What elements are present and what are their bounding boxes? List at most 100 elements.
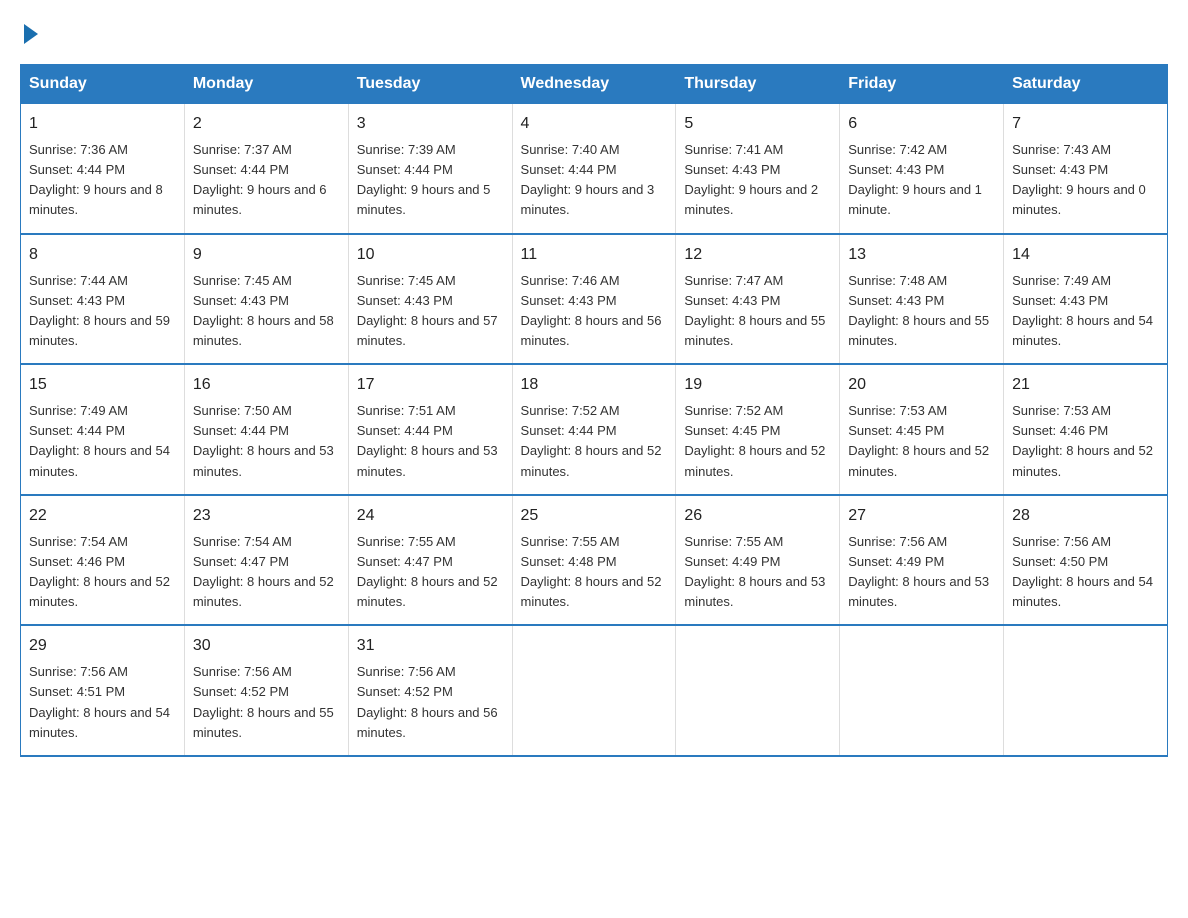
day-info: Sunrise: 7:56 AMSunset: 4:52 PMDaylight:… — [357, 664, 498, 739]
calendar-cell: 29 Sunrise: 7:56 AMSunset: 4:51 PMDayligh… — [21, 625, 185, 756]
page-header — [20, 20, 1168, 44]
day-number: 8 — [29, 243, 176, 267]
day-number: 29 — [29, 634, 176, 658]
calendar-cell: 20 Sunrise: 7:53 AMSunset: 4:45 PMDayligh… — [840, 364, 1004, 495]
day-number: 14 — [1012, 243, 1159, 267]
day-info: Sunrise: 7:37 AMSunset: 4:44 PMDaylight:… — [193, 142, 327, 217]
day-info: Sunrise: 7:45 AMSunset: 4:43 PMDaylight:… — [193, 273, 334, 348]
column-header-tuesday: Tuesday — [348, 65, 512, 104]
calendar-cell: 23 Sunrise: 7:54 AMSunset: 4:47 PMDayligh… — [184, 495, 348, 626]
day-number: 25 — [521, 504, 668, 528]
calendar-cell: 25 Sunrise: 7:55 AMSunset: 4:48 PMDayligh… — [512, 495, 676, 626]
calendar-cell: 6 Sunrise: 7:42 AMSunset: 4:43 PMDaylight… — [840, 104, 1004, 234]
day-info: Sunrise: 7:56 AMSunset: 4:52 PMDaylight:… — [193, 664, 334, 739]
calendar-cell: 3 Sunrise: 7:39 AMSunset: 4:44 PMDaylight… — [348, 104, 512, 234]
calendar-cell: 30 Sunrise: 7:56 AMSunset: 4:52 PMDayligh… — [184, 625, 348, 756]
calendar-cell — [1004, 625, 1168, 756]
day-info: Sunrise: 7:53 AMSunset: 4:45 PMDaylight:… — [848, 403, 989, 478]
calendar-cell: 31Sunrise: 7:56 AMSunset: 4:52 PMDayligh… — [348, 625, 512, 756]
day-number: 17 — [357, 373, 504, 397]
calendar-cell: 27 Sunrise: 7:56 AMSunset: 4:49 PMDayligh… — [840, 495, 1004, 626]
day-number: 6 — [848, 112, 995, 136]
day-info: Sunrise: 7:50 AMSunset: 4:44 PMDaylight:… — [193, 403, 334, 478]
calendar-cell: 5 Sunrise: 7:41 AMSunset: 4:43 PMDaylight… — [676, 104, 840, 234]
day-info: Sunrise: 7:43 AMSunset: 4:43 PMDaylight:… — [1012, 142, 1146, 217]
calendar-week-row: 22 Sunrise: 7:54 AMSunset: 4:46 PMDayligh… — [21, 495, 1168, 626]
calendar-week-row: 29 Sunrise: 7:56 AMSunset: 4:51 PMDayligh… — [21, 625, 1168, 756]
column-header-friday: Friday — [840, 65, 1004, 104]
calendar-cell: 22 Sunrise: 7:54 AMSunset: 4:46 PMDayligh… — [21, 495, 185, 626]
day-number: 13 — [848, 243, 995, 267]
calendar-week-row: 8 Sunrise: 7:44 AMSunset: 4:43 PMDaylight… — [21, 234, 1168, 365]
day-number: 1 — [29, 112, 176, 136]
day-number: 24 — [357, 504, 504, 528]
calendar-cell: 8 Sunrise: 7:44 AMSunset: 4:43 PMDaylight… — [21, 234, 185, 365]
column-header-monday: Monday — [184, 65, 348, 104]
day-number: 7 — [1012, 112, 1159, 136]
day-info: Sunrise: 7:56 AMSunset: 4:51 PMDaylight:… — [29, 664, 170, 739]
day-info: Sunrise: 7:54 AMSunset: 4:47 PMDaylight:… — [193, 534, 334, 609]
calendar-cell: 16 Sunrise: 7:50 AMSunset: 4:44 PMDayligh… — [184, 364, 348, 495]
calendar-cell: 18Sunrise: 7:52 AMSunset: 4:44 PMDayligh… — [512, 364, 676, 495]
calendar-cell — [512, 625, 676, 756]
day-number: 23 — [193, 504, 340, 528]
column-header-saturday: Saturday — [1004, 65, 1168, 104]
day-info: Sunrise: 7:39 AMSunset: 4:44 PMDaylight:… — [357, 142, 491, 217]
calendar-cell: 15 Sunrise: 7:49 AMSunset: 4:44 PMDayligh… — [21, 364, 185, 495]
day-info: Sunrise: 7:48 AMSunset: 4:43 PMDaylight:… — [848, 273, 989, 348]
day-info: Sunrise: 7:55 AMSunset: 4:48 PMDaylight:… — [521, 534, 662, 609]
day-info: Sunrise: 7:41 AMSunset: 4:43 PMDaylight:… — [684, 142, 818, 217]
day-number: 15 — [29, 373, 176, 397]
calendar-table: SundayMondayTuesdayWednesdayThursdayFrid… — [20, 64, 1168, 757]
calendar-cell: 19 Sunrise: 7:52 AMSunset: 4:45 PMDayligh… — [676, 364, 840, 495]
day-number: 16 — [193, 373, 340, 397]
calendar-week-row: 1Sunrise: 7:36 AMSunset: 4:44 PMDaylight… — [21, 104, 1168, 234]
calendar-cell: 7 Sunrise: 7:43 AMSunset: 4:43 PMDaylight… — [1004, 104, 1168, 234]
calendar-cell: 2 Sunrise: 7:37 AMSunset: 4:44 PMDaylight… — [184, 104, 348, 234]
calendar-cell: 9Sunrise: 7:45 AMSunset: 4:43 PMDaylight… — [184, 234, 348, 365]
day-info: Sunrise: 7:47 AMSunset: 4:43 PMDaylight:… — [684, 273, 825, 348]
day-info: Sunrise: 7:40 AMSunset: 4:44 PMDaylight:… — [521, 142, 655, 217]
day-info: Sunrise: 7:56 AMSunset: 4:50 PMDaylight:… — [1012, 534, 1153, 609]
day-info: Sunrise: 7:51 AMSunset: 4:44 PMDaylight:… — [357, 403, 498, 478]
calendar-cell: 14Sunrise: 7:49 AMSunset: 4:43 PMDayligh… — [1004, 234, 1168, 365]
day-number: 2 — [193, 112, 340, 136]
day-number: 22 — [29, 504, 176, 528]
calendar-cell: 13 Sunrise: 7:48 AMSunset: 4:43 PMDayligh… — [840, 234, 1004, 365]
day-number: 19 — [684, 373, 831, 397]
day-info: Sunrise: 7:42 AMSunset: 4:43 PMDaylight:… — [848, 142, 982, 217]
calendar-cell: 24 Sunrise: 7:55 AMSunset: 4:47 PMDayligh… — [348, 495, 512, 626]
day-info: Sunrise: 7:44 AMSunset: 4:43 PMDaylight:… — [29, 273, 170, 348]
day-number: 21 — [1012, 373, 1159, 397]
day-info: Sunrise: 7:45 AMSunset: 4:43 PMDaylight:… — [357, 273, 498, 348]
calendar-cell: 1Sunrise: 7:36 AMSunset: 4:44 PMDaylight… — [21, 104, 185, 234]
calendar-cell: 4 Sunrise: 7:40 AMSunset: 4:44 PMDaylight… — [512, 104, 676, 234]
calendar-header-row: SundayMondayTuesdayWednesdayThursdayFrid… — [21, 65, 1168, 104]
logo-arrow-icon — [24, 24, 38, 44]
day-number: 12 — [684, 243, 831, 267]
day-info: Sunrise: 7:52 AMSunset: 4:44 PMDaylight:… — [521, 403, 662, 478]
day-info: Sunrise: 7:49 AMSunset: 4:44 PMDaylight:… — [29, 403, 170, 478]
day-info: Sunrise: 7:55 AMSunset: 4:47 PMDaylight:… — [357, 534, 498, 609]
day-number: 28 — [1012, 504, 1159, 528]
calendar-cell — [676, 625, 840, 756]
day-number: 5 — [684, 112, 831, 136]
calendar-cell: 10Sunrise: 7:45 AMSunset: 4:43 PMDayligh… — [348, 234, 512, 365]
calendar-week-row: 15 Sunrise: 7:49 AMSunset: 4:44 PMDayligh… — [21, 364, 1168, 495]
day-number: 4 — [521, 112, 668, 136]
calendar-cell — [840, 625, 1004, 756]
column-header-thursday: Thursday — [676, 65, 840, 104]
day-info: Sunrise: 7:56 AMSunset: 4:49 PMDaylight:… — [848, 534, 989, 609]
logo — [20, 20, 38, 44]
day-info: Sunrise: 7:55 AMSunset: 4:49 PMDaylight:… — [684, 534, 825, 609]
day-info: Sunrise: 7:54 AMSunset: 4:46 PMDaylight:… — [29, 534, 170, 609]
day-info: Sunrise: 7:53 AMSunset: 4:46 PMDaylight:… — [1012, 403, 1153, 478]
day-info: Sunrise: 7:52 AMSunset: 4:45 PMDaylight:… — [684, 403, 825, 478]
day-number: 3 — [357, 112, 504, 136]
calendar-cell: 21 Sunrise: 7:53 AMSunset: 4:46 PMDayligh… — [1004, 364, 1168, 495]
column-header-wednesday: Wednesday — [512, 65, 676, 104]
day-number: 20 — [848, 373, 995, 397]
day-number: 27 — [848, 504, 995, 528]
day-info: Sunrise: 7:46 AMSunset: 4:43 PMDaylight:… — [521, 273, 662, 348]
day-number: 30 — [193, 634, 340, 658]
